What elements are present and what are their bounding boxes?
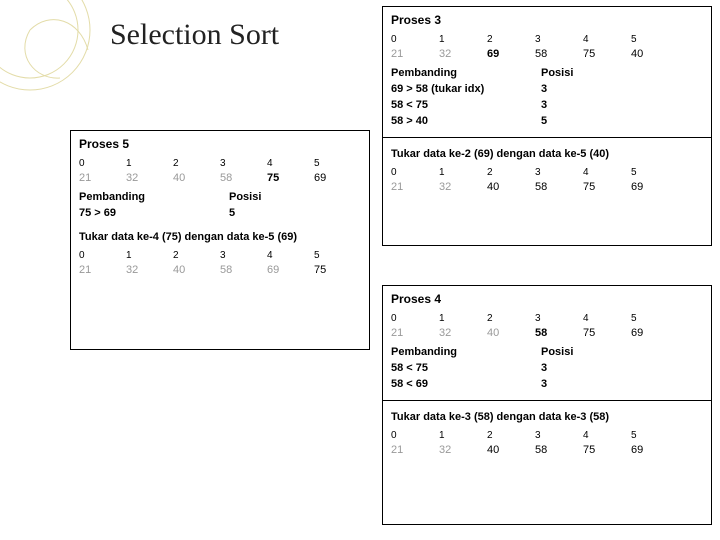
array-cell: 475 bbox=[583, 312, 631, 340]
array-cell: 358 bbox=[220, 249, 267, 277]
p3-comparisons: 69 > 58 (tukar idx)358 < 75358 > 405 bbox=[391, 81, 703, 129]
array-cell: 569 bbox=[314, 157, 361, 185]
separator bbox=[383, 400, 711, 401]
array-cell: 569 bbox=[631, 429, 679, 457]
p5-before-row: 021132240358475569 bbox=[79, 157, 361, 185]
p3-before-row: 021132269358475540 bbox=[391, 33, 703, 61]
pembanding-label: Pembanding bbox=[79, 191, 229, 203]
array-cell: 475 bbox=[267, 157, 314, 185]
p4-subhead: Pembanding Posisi bbox=[391, 346, 703, 358]
array-cell: 269 bbox=[487, 33, 535, 61]
array-cell: 021 bbox=[391, 312, 439, 340]
pembanding-label: Pembanding bbox=[391, 67, 541, 79]
p5-swap-text: Tukar data ke-4 (75) dengan data ke-5 (6… bbox=[79, 231, 361, 243]
comparison-line: 58 < 693 bbox=[391, 376, 703, 392]
array-cell: 240 bbox=[487, 166, 535, 194]
comparison-line: 75 > 695 bbox=[79, 205, 361, 221]
p4-before-row: 021132240358475569 bbox=[391, 312, 703, 340]
array-cell: 475 bbox=[583, 429, 631, 457]
array-cell: 132 bbox=[439, 166, 487, 194]
p3-subhead: Pembanding Posisi bbox=[391, 67, 703, 79]
array-cell: 575 bbox=[314, 249, 361, 277]
p4-comparisons: 58 < 75358 < 693 bbox=[391, 360, 703, 392]
array-cell: 132 bbox=[126, 157, 173, 185]
array-cell: 358 bbox=[535, 33, 583, 61]
pembanding-label: Pembanding bbox=[391, 346, 541, 358]
array-cell: 132 bbox=[126, 249, 173, 277]
array-cell: 540 bbox=[631, 33, 679, 61]
array-cell: 358 bbox=[535, 312, 583, 340]
posisi-label: Posisi bbox=[229, 191, 261, 203]
separator bbox=[383, 137, 711, 138]
array-cell: 240 bbox=[487, 429, 535, 457]
array-cell: 021 bbox=[391, 429, 439, 457]
p4-swap-text: Tukar data ke-3 (58) dengan data ke-3 (5… bbox=[391, 411, 703, 423]
array-cell: 358 bbox=[220, 157, 267, 185]
process-5-box: Proses 5 021132240358475569 Pembanding P… bbox=[70, 130, 370, 350]
p5-after-row: 021132240358469575 bbox=[79, 249, 361, 277]
array-cell: 021 bbox=[391, 33, 439, 61]
array-cell: 358 bbox=[535, 166, 583, 194]
comparison-line: 69 > 58 (tukar idx)3 bbox=[391, 81, 703, 97]
p3-after-row: 021132240358475569 bbox=[391, 166, 703, 194]
page-title: Selection Sort bbox=[110, 18, 279, 52]
array-cell: 132 bbox=[439, 429, 487, 457]
array-cell: 569 bbox=[631, 166, 679, 194]
array-cell: 240 bbox=[173, 157, 220, 185]
array-cell: 358 bbox=[535, 429, 583, 457]
array-cell: 132 bbox=[439, 33, 487, 61]
process-5-title: Proses 5 bbox=[79, 137, 361, 151]
array-cell: 021 bbox=[79, 157, 126, 185]
comparison-line: 58 < 753 bbox=[391, 97, 703, 113]
process-4-title: Proses 4 bbox=[391, 292, 703, 306]
array-cell: 569 bbox=[631, 312, 679, 340]
process-3-box: Proses 3 021132269358475540 Pembanding P… bbox=[382, 6, 712, 246]
array-cell: 021 bbox=[391, 166, 439, 194]
array-cell: 240 bbox=[487, 312, 535, 340]
comparison-line: 58 > 405 bbox=[391, 113, 703, 129]
array-cell: 132 bbox=[439, 312, 487, 340]
process-4-box: Proses 4 021132240358475569 Pembanding P… bbox=[382, 285, 712, 525]
p3-swap-text: Tukar data ke-2 (69) dengan data ke-5 (4… bbox=[391, 148, 703, 160]
p4-after-row: 021132240358475569 bbox=[391, 429, 703, 457]
array-cell: 475 bbox=[583, 166, 631, 194]
array-cell: 021 bbox=[79, 249, 126, 277]
p5-comparisons: 75 > 695 bbox=[79, 205, 361, 221]
posisi-label: Posisi bbox=[541, 346, 573, 358]
corner-decoration-icon bbox=[0, 0, 100, 100]
p5-subhead: Pembanding Posisi bbox=[79, 191, 361, 203]
comparison-line: 58 < 753 bbox=[391, 360, 703, 376]
process-3-title: Proses 3 bbox=[391, 13, 703, 27]
array-cell: 240 bbox=[173, 249, 220, 277]
array-cell: 475 bbox=[583, 33, 631, 61]
array-cell: 469 bbox=[267, 249, 314, 277]
posisi-label: Posisi bbox=[541, 67, 573, 79]
